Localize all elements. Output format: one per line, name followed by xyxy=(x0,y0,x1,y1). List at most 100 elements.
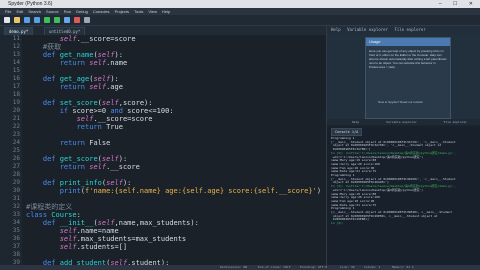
code-text: class Course: xyxy=(26,211,81,219)
code-text: def get_score(self): xyxy=(42,155,128,163)
line-number: 35 xyxy=(12,227,20,234)
tab-file-explorer[interactable]: File explorer xyxy=(394,27,425,32)
status-line: Line: 39 xyxy=(340,265,355,269)
menu-source[interactable]: Source xyxy=(46,9,59,14)
new-file-icon[interactable] xyxy=(4,17,10,23)
code-text: def print_info(self): xyxy=(42,179,132,187)
window-controls[interactable]: – ☐ ✕ xyxy=(439,0,478,8)
code-text: return False xyxy=(59,139,111,147)
code-text: def __init__(self,name,max_students): xyxy=(42,219,199,227)
window-title: Spyder (Python 3.6) xyxy=(8,1,53,7)
line-number: 16 xyxy=(12,75,20,82)
help-pane: Usage Here you can get help of any objec… xyxy=(327,34,480,119)
line-number: 11 xyxy=(12,35,20,42)
tab-help[interactable]: Help xyxy=(331,27,341,32)
debug-icon[interactable] xyxy=(64,17,70,23)
code-text: def get_name(self): xyxy=(42,51,123,59)
code-text: return self.__score xyxy=(59,163,140,171)
menu-run[interactable]: Run xyxy=(64,9,71,14)
menu-search[interactable]: Search xyxy=(28,9,41,14)
help-heading: Usage xyxy=(366,38,450,46)
line-number: 25 xyxy=(12,147,20,154)
console-output: Programming 1 ['__main__.Student object a… xyxy=(331,136,477,226)
line-number: 27 xyxy=(12,163,20,170)
save-icon[interactable] xyxy=(24,17,30,23)
help-text: Here you can get help of any object by p… xyxy=(369,49,447,69)
save-all-icon[interactable] xyxy=(34,17,40,23)
code-text: return self.name xyxy=(59,59,128,67)
status-eol: End-of-lines: CRLF xyxy=(258,265,291,269)
subtab-file-explorer[interactable]: File explorer xyxy=(444,120,467,124)
console-line: In [4]: xyxy=(331,221,344,226)
code-editor[interactable]: 11 self.__score=score 12 #获取 13 def get_na… xyxy=(0,35,326,265)
menu-debug[interactable]: Debug xyxy=(76,9,88,14)
menu-consoles[interactable]: Consoles xyxy=(93,9,110,14)
code-text: #获取 xyxy=(42,43,62,51)
menu-edit[interactable]: Edit xyxy=(16,9,23,14)
line-number: 14 xyxy=(12,59,20,66)
line-number: 31 xyxy=(12,195,20,202)
line-number: 26 xyxy=(12,155,20,162)
menu-view[interactable]: View xyxy=(148,9,157,14)
code-text: self.name=name xyxy=(59,227,119,235)
line-number: 33 xyxy=(12,211,20,218)
toolbar: C:\Users\lenovo\Desktop\第9周实验\Python研究 xyxy=(0,15,480,38)
help-usage-box: Usage Here you can get help of any objec… xyxy=(365,37,451,119)
line-number: 30 xyxy=(12,187,20,194)
code-text: self.__score=score xyxy=(59,35,136,43)
line-number: 22 xyxy=(12,123,20,130)
code-text: return True xyxy=(76,123,123,131)
code-text: self.__score=score xyxy=(76,115,153,123)
subtab-help[interactable]: Help xyxy=(352,120,359,124)
code-text: print(f'name:{self.name} age:{self.age} … xyxy=(59,187,322,195)
line-number: 18 xyxy=(12,91,20,98)
line-number: 19 xyxy=(12,99,20,106)
stop-icon[interactable] xyxy=(74,17,80,23)
line-number: 17 xyxy=(12,83,20,90)
ipython-console[interactable]: Console 1/A Programming 1 ['__main__.Stud… xyxy=(327,126,480,265)
line-number: 32 xyxy=(12,203,20,210)
line-number: 36 xyxy=(12,235,20,242)
run-cell-icon[interactable] xyxy=(54,17,60,23)
open-icon[interactable] xyxy=(14,17,20,23)
line-number: 38 xyxy=(12,251,20,258)
console-tab[interactable]: Console 1/A xyxy=(331,128,363,136)
code-text: if score>=0 and score<=100: xyxy=(59,107,174,115)
code-text: self.max_students=max_students xyxy=(59,235,187,243)
code-text: def set_score(self,score): xyxy=(42,99,153,107)
line-number: 12 xyxy=(12,43,20,50)
menu-help[interactable]: Help xyxy=(162,9,170,14)
status-memory: Memory: 61 % xyxy=(392,265,414,269)
help-subtabs: Help Variable explorer File explorer xyxy=(327,119,480,125)
status-encoding: Encoding: UTF-8 xyxy=(300,265,328,269)
subtab-variable-explorer[interactable]: Variable explorer xyxy=(386,120,417,124)
title-bar: Spyder (Python 3.6) – ☐ ✕ xyxy=(0,0,480,8)
code-text: #课程类的定义 xyxy=(26,203,73,211)
line-number: 29 xyxy=(12,179,20,186)
line-number: 13 xyxy=(12,51,20,58)
menu-tools[interactable]: Tools xyxy=(134,9,143,14)
tab-variable-explorer[interactable]: Variable explorer xyxy=(347,27,388,32)
code-text: def get_age(self): xyxy=(42,75,119,83)
status-permissions: Permissions: RW xyxy=(220,265,248,269)
line-number: 37 xyxy=(12,243,20,250)
right-panel: Help Variable explorer File explorer Usa… xyxy=(327,26,480,265)
line-number: 23 xyxy=(12,131,20,138)
menu-file[interactable]: File xyxy=(5,9,11,14)
line-number: 15 xyxy=(12,67,20,74)
status-bar: Permissions: RW End-of-lines: CRLF Encod… xyxy=(0,265,480,270)
line-number: 34 xyxy=(12,219,20,226)
menu-bar: File Edit Search Source Run Debug Consoles Proj… xyxy=(0,8,480,15)
line-number: 20 xyxy=(12,107,20,114)
help-tutorial-link[interactable]: New to Spyder? Read our tutorial xyxy=(378,100,422,104)
line-number: 21 xyxy=(12,115,20,122)
run-icon[interactable] xyxy=(44,17,50,23)
menu-projects[interactable]: Projects xyxy=(115,9,129,14)
code-text: self.students=[] xyxy=(59,243,128,251)
line-number: 24 xyxy=(12,139,20,146)
settings-icon[interactable] xyxy=(84,17,90,23)
status-column: Column: 1 xyxy=(364,265,381,269)
code-text: return self.age xyxy=(59,83,123,91)
line-number: 28 xyxy=(12,171,20,178)
right-panel-tabs: Help Variable explorer File explorer xyxy=(327,26,480,34)
